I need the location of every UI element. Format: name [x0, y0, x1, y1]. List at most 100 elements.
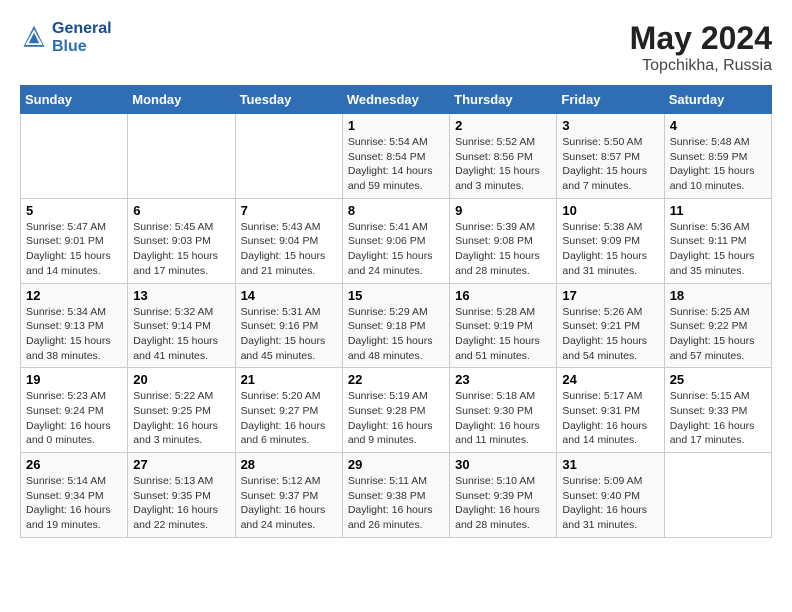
day-number: 25 [670, 372, 766, 387]
day-info: Sunrise: 5:11 AMSunset: 9:38 PMDaylight:… [348, 474, 444, 533]
calendar-cell [664, 453, 771, 538]
day-number: 10 [562, 203, 658, 218]
day-info: Sunrise: 5:34 AMSunset: 9:13 PMDaylight:… [26, 305, 122, 364]
header: General Blue May 2024 Topchikha, Russia [20, 20, 772, 75]
day-number: 13 [133, 288, 229, 303]
calendar-cell: 16Sunrise: 5:28 AMSunset: 9:19 PMDayligh… [450, 283, 557, 368]
day-number: 28 [241, 457, 337, 472]
calendar-cell: 21Sunrise: 5:20 AMSunset: 9:27 PMDayligh… [235, 368, 342, 453]
calendar-cell: 28 Sunrise: 5:12 AMSunset: 9:37 PMDayligh… [235, 453, 342, 538]
calendar-cell [21, 114, 128, 199]
weekday-header-thursday: Thursday [450, 86, 557, 114]
day-info: Sunrise: 5:47 AMSunset: 9:01 PMDaylight:… [26, 220, 122, 279]
calendar-cell: 15 Sunrise: 5:29 AMSunset: 9:18 PMDayligh… [342, 283, 449, 368]
day-info: Sunrise: 5:31 AMSunset: 9:16 PMDaylight:… [241, 305, 337, 364]
calendar-cell: 3Sunrise: 5:50 AMSunset: 8:57 PMDaylight… [557, 114, 664, 199]
week-row-1: 5 Sunrise: 5:47 AMSunset: 9:01 PMDaylight… [21, 198, 772, 283]
day-number: 29 [348, 457, 444, 472]
calendar-table: SundayMondayTuesdayWednesdayThursdayFrid… [20, 85, 772, 538]
calendar-cell: 22 Sunrise: 5:19 AMSunset: 9:28 PMDayligh… [342, 368, 449, 453]
week-row-2: 12 Sunrise: 5:34 AMSunset: 9:13 PMDayligh… [21, 283, 772, 368]
day-number: 20 [133, 372, 229, 387]
calendar-cell: 9Sunrise: 5:39 AMSunset: 9:08 PMDaylight… [450, 198, 557, 283]
calendar-cell: 5 Sunrise: 5:47 AMSunset: 9:01 PMDaylight… [21, 198, 128, 283]
day-number: 18 [670, 288, 766, 303]
day-number: 30 [455, 457, 551, 472]
day-number: 23 [455, 372, 551, 387]
calendar-cell: 19 Sunrise: 5:23 AMSunset: 9:24 PMDayligh… [21, 368, 128, 453]
calendar-cell: 18 Sunrise: 5:25 AMSunset: 9:22 PMDayligh… [664, 283, 771, 368]
day-info: Sunrise: 5:20 AMSunset: 9:27 PMDaylight:… [241, 389, 337, 448]
day-number: 22 [348, 372, 444, 387]
day-number: 6 [133, 203, 229, 218]
calendar-cell: 4 Sunrise: 5:48 AMSunset: 8:59 PMDaylight… [664, 114, 771, 199]
calendar-cell: 14Sunrise: 5:31 AMSunset: 9:16 PMDayligh… [235, 283, 342, 368]
logo-icon [20, 24, 48, 52]
calendar-cell: 17 Sunrise: 5:26 AMSunset: 9:21 PMDayligh… [557, 283, 664, 368]
title-area: May 2024 Topchikha, Russia [630, 20, 772, 75]
day-number: 24 [562, 372, 658, 387]
day-info: Sunrise: 5:32 AMSunset: 9:14 PMDaylight:… [133, 305, 229, 364]
day-info: Sunrise: 5:29 AMSunset: 9:18 PMDaylight:… [348, 305, 444, 364]
sub-title: Topchikha, Russia [630, 57, 772, 75]
day-info: Sunrise: 5:13 AMSunset: 9:35 PMDaylight:… [133, 474, 229, 533]
day-info: Sunrise: 5:25 AMSunset: 9:22 PMDaylight:… [670, 305, 766, 364]
day-info: Sunrise: 5:41 AMSunset: 9:06 PMDaylight:… [348, 220, 444, 279]
calendar-cell: 10 Sunrise: 5:38 AMSunset: 9:09 PMDayligh… [557, 198, 664, 283]
day-number: 17 [562, 288, 658, 303]
weekday-header-row: SundayMondayTuesdayWednesdayThursdayFrid… [21, 86, 772, 114]
day-info: Sunrise: 5:15 AMSunset: 9:33 PMDaylight:… [670, 389, 766, 448]
day-number: 12 [26, 288, 122, 303]
day-info: Sunrise: 5:09 AMSunset: 9:40 PMDaylight:… [562, 474, 658, 533]
day-number: 19 [26, 372, 122, 387]
day-info: Sunrise: 5:14 AMSunset: 9:34 PMDaylight:… [26, 474, 122, 533]
day-info: Sunrise: 5:39 AMSunset: 9:08 PMDaylight:… [455, 220, 551, 279]
day-info: Sunrise: 5:12 AMSunset: 9:37 PMDaylight:… [241, 474, 337, 533]
day-info: Sunrise: 5:45 AMSunset: 9:03 PMDaylight:… [133, 220, 229, 279]
logo-text: General Blue [52, 20, 112, 56]
day-info: Sunrise: 5:10 AMSunset: 9:39 PMDaylight:… [455, 474, 551, 533]
day-number: 26 [26, 457, 122, 472]
day-info: Sunrise: 5:38 AMSunset: 9:09 PMDaylight:… [562, 220, 658, 279]
calendar-cell: 25 Sunrise: 5:15 AMSunset: 9:33 PMDayligh… [664, 368, 771, 453]
calendar-cell: 26 Sunrise: 5:14 AMSunset: 9:34 PMDayligh… [21, 453, 128, 538]
day-number: 3 [562, 118, 658, 133]
day-number: 15 [348, 288, 444, 303]
calendar-cell: 11 Sunrise: 5:36 AMSunset: 9:11 PMDayligh… [664, 198, 771, 283]
week-row-4: 26 Sunrise: 5:14 AMSunset: 9:34 PMDayligh… [21, 453, 772, 538]
calendar-cell: 20 Sunrise: 5:22 AMSunset: 9:25 PMDayligh… [128, 368, 235, 453]
calendar-cell: 8 Sunrise: 5:41 AMSunset: 9:06 PMDaylight… [342, 198, 449, 283]
weekday-header-friday: Friday [557, 86, 664, 114]
calendar-cell: 30 Sunrise: 5:10 AMSunset: 9:39 PMDayligh… [450, 453, 557, 538]
week-row-3: 19 Sunrise: 5:23 AMSunset: 9:24 PMDayligh… [21, 368, 772, 453]
day-info: Sunrise: 5:48 AMSunset: 8:59 PMDaylight:… [670, 135, 766, 194]
calendar-cell: 23 Sunrise: 5:18 AMSunset: 9:30 PMDayligh… [450, 368, 557, 453]
calendar-cell: 1Sunrise: 5:54 AMSunset: 8:54 PMDaylight… [342, 114, 449, 199]
calendar-cell: 7Sunrise: 5:43 AMSunset: 9:04 PMDaylight… [235, 198, 342, 283]
day-number: 2 [455, 118, 551, 133]
calendar-cell: 29 Sunrise: 5:11 AMSunset: 9:38 PMDayligh… [342, 453, 449, 538]
day-info: Sunrise: 5:18 AMSunset: 9:30 PMDaylight:… [455, 389, 551, 448]
weekday-header-monday: Monday [128, 86, 235, 114]
day-number: 11 [670, 203, 766, 218]
day-info: Sunrise: 5:19 AMSunset: 9:28 PMDaylight:… [348, 389, 444, 448]
day-info: Sunrise: 5:43 AMSunset: 9:04 PMDaylight:… [241, 220, 337, 279]
day-info: Sunrise: 5:36 AMSunset: 9:11 PMDaylight:… [670, 220, 766, 279]
calendar-cell: 2 Sunrise: 5:52 AMSunset: 8:56 PMDaylight… [450, 114, 557, 199]
main-title: May 2024 [630, 20, 772, 57]
calendar-cell: 13 Sunrise: 5:32 AMSunset: 9:14 PMDayligh… [128, 283, 235, 368]
calendar-cell [235, 114, 342, 199]
calendar-cell: 6 Sunrise: 5:45 AMSunset: 9:03 PMDaylight… [128, 198, 235, 283]
day-info: Sunrise: 5:22 AMSunset: 9:25 PMDaylight:… [133, 389, 229, 448]
day-number: 5 [26, 203, 122, 218]
day-info: Sunrise: 5:28 AMSunset: 9:19 PMDaylight:… [455, 305, 551, 364]
day-number: 8 [348, 203, 444, 218]
day-number: 4 [670, 118, 766, 133]
day-info: Sunrise: 5:54 AMSunset: 8:54 PMDaylight:… [348, 135, 444, 194]
day-info: Sunrise: 5:23 AMSunset: 9:24 PMDaylight:… [26, 389, 122, 448]
day-info: Sunrise: 5:52 AMSunset: 8:56 PMDaylight:… [455, 135, 551, 194]
day-number: 31 [562, 457, 658, 472]
calendar-cell: 24Sunrise: 5:17 AMSunset: 9:31 PMDayligh… [557, 368, 664, 453]
week-row-0: 1Sunrise: 5:54 AMSunset: 8:54 PMDaylight… [21, 114, 772, 199]
day-info: Sunrise: 5:26 AMSunset: 9:21 PMDaylight:… [562, 305, 658, 364]
